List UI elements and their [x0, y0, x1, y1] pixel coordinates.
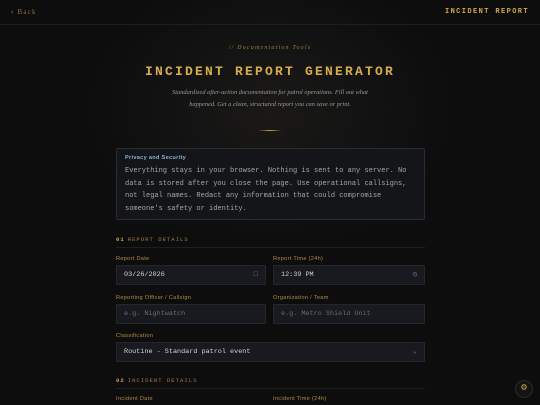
title-divider [258, 130, 282, 131]
incident-date-label: Incident Date [116, 396, 153, 402]
officer-label: Reporting Officer / Callsign [116, 295, 192, 301]
section-header-report-details: 01 REPORT DETAILS [116, 236, 425, 248]
privacy-text: Everything stays in your browser. Nothin… [125, 167, 407, 213]
organization-input[interactable]: e.g. Metro Shield Unit [273, 304, 425, 324]
eyebrow-text: // Documentation Tools [228, 45, 312, 51]
officer-input[interactable]: e.g. Nightwatch [116, 304, 266, 324]
clock-icon[interactable]: ◷ [413, 266, 417, 284]
privacy-title: Privacy and Security [125, 155, 187, 161]
report-date-field[interactable]: 03/26/2026 □ [116, 265, 266, 285]
report-time-value: 12:39 PM [281, 271, 314, 279]
report-date-label: Report Date [116, 256, 150, 262]
page-title: INCIDENT REPORT GENERATOR [144, 64, 396, 79]
page-subtitle: Standardized after-action documentation … [172, 89, 368, 108]
report-date-value: 03/26/2026 [124, 271, 165, 279]
settings-gear-button[interactable]: ⚙ [515, 380, 533, 398]
classification-label: Classification [116, 333, 154, 339]
incident-time-label: Incident Time (24h) [273, 396, 327, 402]
chevron-down-icon: ⌄ [412, 348, 417, 356]
gear-icon: ⚙ [520, 383, 528, 394]
back-label: Back [17, 8, 37, 16]
section-header-incident-details: 02 INCIDENT DETAILS [116, 377, 425, 389]
top-bar: ‹ Back INCIDENT REPORT [0, 0, 540, 25]
report-time-label: Report Time (24h) [273, 256, 324, 262]
calendar-icon[interactable]: □ [254, 266, 258, 284]
section-label: INCIDENT DETAILS [127, 377, 198, 384]
brand-title: INCIDENT REPORT [444, 8, 529, 16]
section-label: REPORT DETAILS [127, 236, 189, 243]
classification-select[interactable]: Routine - Standard patrol event ⌄ [116, 342, 425, 362]
section-number: 02 [116, 377, 125, 384]
section-number: 01 [116, 236, 125, 243]
back-arrow-icon: ‹ [11, 8, 15, 16]
report-time-field[interactable]: 12:39 PM ◷ [273, 265, 425, 285]
classification-value: Routine - Standard patrol event [124, 348, 251, 356]
privacy-notice: Privacy and Security Everything stays in… [116, 148, 425, 220]
organization-label: Organization / Team [273, 295, 329, 301]
back-link[interactable]: ‹ Back [11, 8, 37, 16]
